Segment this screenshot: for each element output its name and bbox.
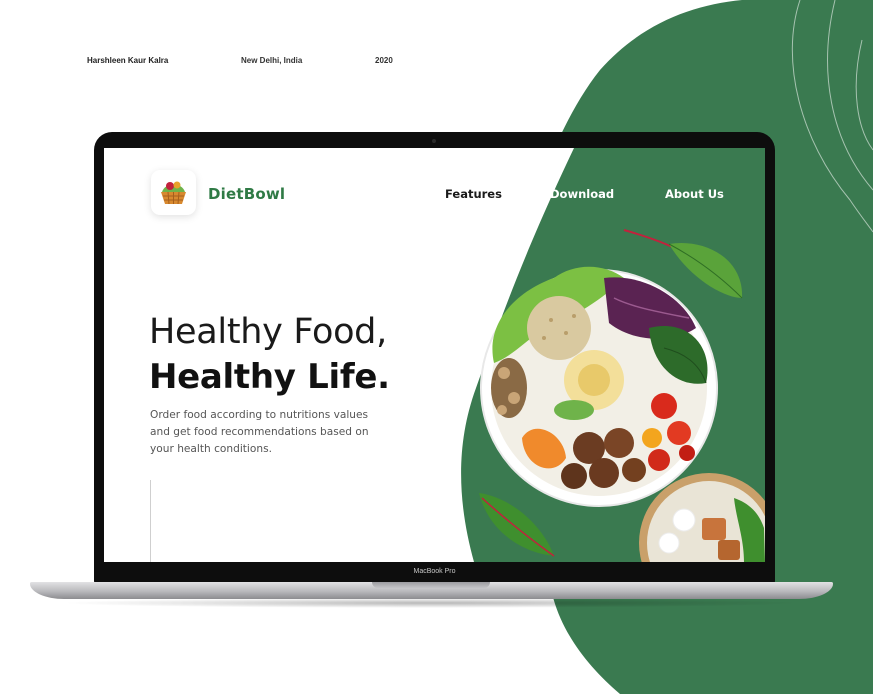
nav-features-link[interactable]: Features [445, 187, 502, 201]
project-year: 2020 [375, 56, 393, 65]
food-bowl-image [479, 229, 765, 562]
device-model-label: MacBook Pro [413, 568, 456, 575]
laptop-shadow [60, 598, 805, 608]
brand-logo[interactable] [151, 170, 196, 215]
hero-heading-line1: Healthy Food, [149, 312, 387, 352]
laptop-base-notch [372, 582, 490, 588]
vertical-divider [150, 480, 151, 562]
laptop-base [30, 582, 833, 599]
nav-about-link[interactable]: About Us [665, 187, 724, 201]
nav-download-link[interactable]: Download [550, 187, 614, 201]
food-basket-icon [161, 181, 186, 205]
author-name: Harshleen Kaur Kalra [87, 56, 169, 65]
laptop-lid: DietBowl Features Download About Us Heal… [94, 132, 775, 585]
hero-heading-line2: Healthy Life. [149, 357, 390, 397]
leaf-bottom-left [479, 493, 555, 557]
laptop-screen: DietBowl Features Download About Us Heal… [104, 148, 765, 562]
camera-dot [432, 139, 436, 143]
hero-description: Order food according to nutritions value… [150, 409, 369, 455]
author-location: New Delhi, India [241, 56, 303, 65]
brand-name[interactable]: DietBowl [208, 185, 285, 203]
